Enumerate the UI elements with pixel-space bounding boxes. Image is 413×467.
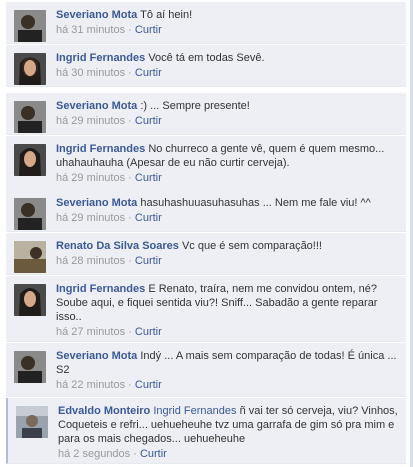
comment-time[interactable]: há 31 minutos — [56, 24, 125, 36]
comment-author[interactable]: Ingrid Fernandes — [56, 52, 145, 64]
comment-author[interactable]: Severiano Mota — [56, 197, 137, 209]
avatar-severiano[interactable] — [14, 198, 46, 230]
avatar-renato[interactable] — [14, 241, 46, 273]
like-link[interactable]: Curtir — [135, 115, 162, 127]
avatar-severiano[interactable] — [14, 101, 46, 133]
comment-time[interactable]: há 27 minutos — [56, 326, 125, 338]
like-link[interactable]: Curtir — [135, 172, 162, 184]
comment-time[interactable]: há 29 minutos — [56, 115, 125, 127]
like-link[interactable]: Curtir — [135, 24, 162, 36]
comment-time[interactable]: há 30 minutos — [56, 67, 125, 79]
comment: Ingrid Fernandes E Renato, traíra, nem m… — [6, 276, 406, 342]
comment-text: Vc que é sem comparação!!! — [181, 240, 322, 252]
comment: Ingrid Fernandes No churreco a gente vê,… — [6, 136, 406, 192]
avatar-ingrid[interactable] — [14, 144, 46, 176]
comment-time[interactable]: há 22 minutos — [56, 379, 125, 391]
comment-time[interactable]: há 29 minutos — [56, 212, 125, 224]
comment-author[interactable]: Edvaldo Monteiro — [58, 405, 150, 417]
comment: Severiano Mota hasuhashuuasuhasuhas ... … — [6, 190, 406, 232]
comment-text: Você tá em todas Sevê. — [148, 52, 265, 64]
comment-time[interactable]: há 29 minutos — [56, 172, 125, 184]
comment-time[interactable]: há 28 minutos — [56, 255, 125, 267]
comment-latest: Edvaldo Monteiro Ingrid Fernandes ñ vai … — [6, 398, 406, 464]
comment-author[interactable]: Severiano Mota — [56, 350, 137, 362]
comment-time[interactable]: há 2 segundos — [58, 448, 130, 460]
like-link[interactable]: Curtir — [135, 255, 162, 267]
comment: Severiano Mota Indý ... A mais sem compa… — [6, 343, 406, 397]
avatar-severiano[interactable] — [14, 351, 46, 383]
avatar-ingrid[interactable] — [14, 53, 46, 85]
comment-author[interactable]: Ingrid Fernandes — [56, 283, 145, 295]
avatar-severiano[interactable] — [14, 10, 46, 42]
comment-author[interactable]: Renato Da Silva Soares — [56, 240, 179, 252]
comment-author[interactable]: Severiano Mota — [56, 100, 137, 112]
comment: Severiano Mota :) ... Sempre presente! h… — [6, 93, 406, 135]
mention-link[interactable]: Ingrid Fernandes — [153, 405, 236, 417]
comment-text: :) ... Sempre presente! — [140, 100, 250, 112]
like-link[interactable]: Curtir — [135, 212, 162, 224]
comment-text: hasuhashuuasuhasuhas ... Nem me fale viu… — [140, 197, 371, 209]
like-link[interactable]: Curtir — [135, 67, 162, 79]
avatar-ingrid[interactable] — [14, 284, 46, 316]
comment: Severiano Mota Tô aí hein! há 31 minutos… — [6, 2, 406, 44]
comment-text: Tô aí hein! — [140, 9, 193, 21]
comment-author[interactable]: Ingrid Fernandes — [56, 143, 145, 155]
comment: Ingrid Fernandes Você tá em todas Sevê. … — [6, 45, 406, 87]
like-link[interactable]: Curtir — [140, 448, 167, 460]
comment: Renato Da Silva Soares Vc que é sem comp… — [6, 233, 406, 275]
like-link[interactable]: Curtir — [135, 326, 162, 338]
comment-author[interactable]: Severiano Mota — [56, 9, 137, 21]
avatar-edvaldo[interactable] — [16, 406, 48, 438]
like-link[interactable]: Curtir — [135, 379, 162, 391]
